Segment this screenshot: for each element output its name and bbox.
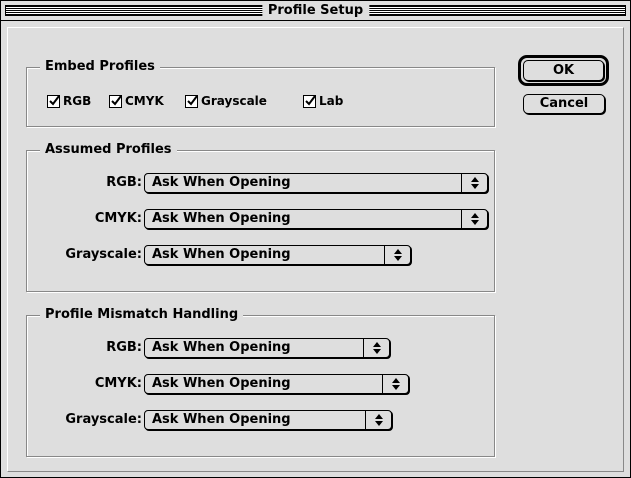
checkmark-icon — [111, 94, 122, 106]
embed-lab-checkbox[interactable]: Lab — [303, 94, 343, 108]
popup-value: Ask When Opening — [152, 175, 291, 190]
ok-button[interactable]: OK — [523, 60, 604, 81]
mismatch-grayscale-popup[interactable]: Ask When Opening — [144, 410, 392, 430]
embed-profiles-legend: Embed Profiles — [40, 58, 160, 76]
assumed-cmyk-label: CMYK: — [94, 211, 142, 226]
assumed-profiles-legend: Assumed Profiles — [40, 141, 177, 159]
up-down-arrows-icon — [363, 339, 389, 357]
embed-lab-label: Lab — [319, 94, 344, 108]
embed-rgb-label: RGB — [63, 94, 92, 108]
checkbox-box[interactable] — [185, 94, 198, 108]
embed-grayscale-checkbox[interactable]: Grayscale — [185, 94, 267, 108]
up-down-arrows-icon — [461, 174, 487, 192]
assumed-grayscale-popup[interactable]: Ask When Opening — [144, 245, 411, 265]
embed-cmyk-checkbox[interactable]: CMYK — [109, 94, 164, 108]
mismatch-handling-group: Profile Mismatch Handling RGB: Ask When … — [26, 306, 495, 457]
checkmark-icon — [305, 94, 316, 106]
mismatch-grayscale-label: Grayscale: — [65, 412, 142, 427]
mismatch-rgb-label: RGB: — [106, 340, 142, 355]
embed-rgb-checkbox[interactable]: RGB — [47, 94, 91, 108]
mismatch-rgb-popup[interactable]: Ask When Opening — [144, 338, 390, 358]
checkbox-box[interactable] — [47, 94, 60, 108]
up-down-arrows-icon — [384, 246, 410, 264]
assumed-rgb-popup[interactable]: Ask When Opening — [144, 173, 488, 193]
dialog-content: Embed Profiles RGB CMYK Grayscale Lab As… — [7, 27, 624, 472]
mismatch-handling-legend: Profile Mismatch Handling — [40, 306, 244, 324]
popup-value: Ask When Opening — [152, 412, 291, 427]
popup-value: Ask When Opening — [152, 247, 291, 262]
assumed-profiles-group: Assumed Profiles RGB: Ask When Opening C… — [26, 141, 495, 292]
mismatch-cmyk-popup[interactable]: Ask When Opening — [144, 374, 409, 394]
up-down-arrows-icon — [365, 411, 391, 429]
popup-value: Ask When Opening — [152, 211, 291, 226]
profile-setup-dialog: Profile Setup Embed Profiles RGB CMYK Gr… — [0, 0, 631, 478]
cancel-button[interactable]: Cancel — [523, 94, 605, 114]
embed-cmyk-label: CMYK — [125, 94, 164, 108]
assumed-cmyk-popup[interactable]: Ask When Opening — [144, 209, 488, 229]
checkmark-icon — [49, 94, 60, 106]
checkbox-box[interactable] — [303, 94, 316, 108]
window-title: Profile Setup — [261, 2, 370, 19]
up-down-arrows-icon — [382, 375, 408, 393]
mismatch-cmyk-label: CMYK: — [94, 376, 142, 391]
title-bar[interactable]: Profile Setup — [1, 1, 630, 21]
popup-value: Ask When Opening — [152, 376, 291, 391]
embed-profiles-group: Embed Profiles RGB CMYK Grayscale Lab — [26, 58, 495, 127]
checkmark-icon — [187, 94, 198, 106]
assumed-grayscale-label: Grayscale: — [65, 247, 142, 262]
popup-value: Ask When Opening — [152, 340, 291, 355]
assumed-rgb-label: RGB: — [106, 175, 142, 190]
checkbox-box[interactable] — [109, 94, 122, 108]
embed-grayscale-label: Grayscale — [201, 94, 267, 108]
up-down-arrows-icon — [461, 210, 487, 228]
